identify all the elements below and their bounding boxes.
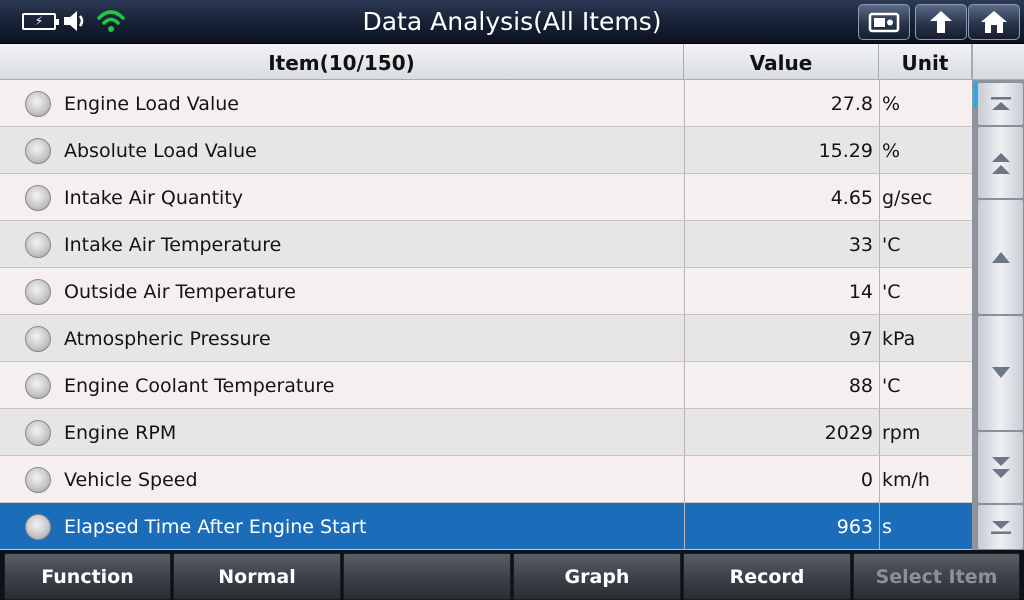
radio-button-icon[interactable] <box>25 185 51 211</box>
page-up-button[interactable] <box>977 126 1024 199</box>
column-header-value: Value <box>684 44 879 80</box>
table-row[interactable]: Engine Coolant Temperature 88 'C <box>0 362 972 409</box>
record-button[interactable]: Record <box>683 553 851 600</box>
graph-button[interactable]: Graph <box>513 553 681 600</box>
item-value: 97 <box>684 315 873 361</box>
scroll-top-icon <box>990 97 1011 110</box>
item-name: Engine Load Value <box>64 93 239 115</box>
item-unit: % <box>879 80 972 126</box>
item-name: Elapsed Time After Engine Start <box>64 516 367 538</box>
item-unit: 'C <box>879 362 972 408</box>
item-value: 963 <box>684 503 873 549</box>
empty-button[interactable] <box>343 553 511 600</box>
item-name: Engine Coolant Temperature <box>64 375 335 397</box>
data-table: Item(10/150) Value Unit Engine Load Valu… <box>0 44 972 550</box>
home-icon <box>981 11 1007 33</box>
radio-button-icon[interactable] <box>25 138 51 164</box>
return-arrow-icon <box>930 11 952 33</box>
item-value: 2029 <box>684 409 873 455</box>
scroll-up-button[interactable] <box>977 199 1024 315</box>
item-unit: rpm <box>879 409 972 455</box>
item-unit: kPa <box>879 315 972 361</box>
title-bar: ⚡ Data Analysis(All Items) <box>0 0 1024 44</box>
item-unit: 'C <box>879 221 972 267</box>
column-header-item: Item(10/150) <box>0 44 684 80</box>
item-name: Vehicle Speed <box>64 469 198 491</box>
radio-button-icon[interactable] <box>25 514 51 540</box>
scroll-down-button[interactable] <box>977 315 1024 431</box>
table-row-selected[interactable]: Elapsed Time After Engine Start 963 s <box>0 503 972 550</box>
item-value: 27.8 <box>684 80 873 126</box>
item-name: Absolute Load Value <box>64 140 257 162</box>
scroll-up-icon <box>991 252 1010 263</box>
table-row[interactable]: Atmospheric Pressure 97 kPa <box>0 315 972 362</box>
item-name: Intake Air Quantity <box>64 187 244 209</box>
scroll-bottom-button[interactable] <box>977 504 1024 550</box>
item-unit: s <box>879 503 972 549</box>
radio-button-icon[interactable] <box>25 91 51 117</box>
table-row[interactable]: Intake Air Temperature 33 'C <box>0 221 972 268</box>
table-header: Item(10/150) Value Unit <box>0 44 972 80</box>
item-value: 4.65 <box>684 174 873 220</box>
item-value: 88 <box>684 362 873 408</box>
table-row[interactable]: Engine RPM 2029 rpm <box>0 409 972 456</box>
table-row[interactable]: Intake Air Quantity 4.65 g/sec <box>0 174 972 221</box>
item-unit: g/sec <box>879 174 972 220</box>
item-unit: % <box>879 127 972 173</box>
item-name: Atmospheric Pressure <box>64 328 271 350</box>
radio-button-icon[interactable] <box>25 467 51 493</box>
scroll-position-indicator <box>974 82 977 108</box>
item-unit: 'C <box>879 268 972 314</box>
column-header-unit: Unit <box>879 44 972 80</box>
normal-button[interactable]: Normal <box>173 553 341 600</box>
item-value: 14 <box>684 268 873 314</box>
radio-button-icon[interactable] <box>25 420 51 446</box>
radio-button-icon[interactable] <box>25 373 51 399</box>
home-button[interactable] <box>968 4 1020 40</box>
table-row[interactable]: Outside Air Temperature 14 'C <box>0 268 972 315</box>
page-down-icon <box>991 456 1010 478</box>
item-name: Intake Air Temperature <box>64 234 282 256</box>
back-button[interactable] <box>915 4 967 40</box>
scroll-top-button[interactable] <box>977 82 1024 126</box>
scroll-header <box>972 44 1024 80</box>
table-row[interactable]: Absolute Load Value 15.29 % <box>0 127 972 174</box>
table-row[interactable]: Vehicle Speed 0 km/h <box>0 456 972 503</box>
item-value: 33 <box>684 221 873 267</box>
radio-button-icon[interactable] <box>25 326 51 352</box>
scroll-down-icon <box>991 367 1010 378</box>
page-down-button[interactable] <box>977 431 1024 504</box>
table-row[interactable]: Engine Load Value 27.8 % <box>0 80 972 127</box>
scroll-bottom-icon <box>990 521 1011 534</box>
select-item-button[interactable]: Select Item <box>853 553 1020 600</box>
item-unit: km/h <box>879 456 972 502</box>
page-up-icon <box>991 152 1010 174</box>
item-value: 0 <box>684 456 873 502</box>
function-bar: Function Normal Graph Record Select Item <box>0 550 1024 600</box>
camera-icon <box>868 12 900 33</box>
function-button[interactable]: Function <box>4 553 171 600</box>
screenshot-button[interactable] <box>858 4 910 40</box>
radio-button-icon[interactable] <box>25 279 51 305</box>
item-value: 15.29 <box>684 127 873 173</box>
item-name: Engine RPM <box>64 422 177 444</box>
scroll-panel <box>972 44 1024 550</box>
radio-button-icon[interactable] <box>25 232 51 258</box>
item-name: Outside Air Temperature <box>64 281 296 303</box>
